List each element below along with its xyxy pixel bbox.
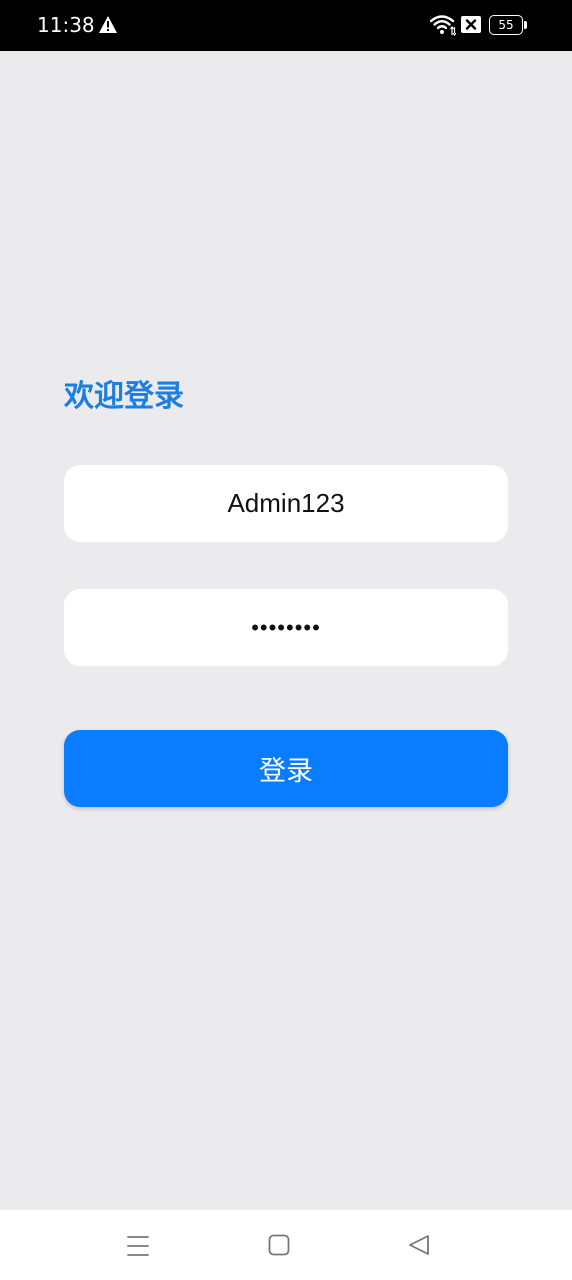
status-bar: 11:38 55 — [0, 0, 572, 51]
password-input[interactable] — [64, 589, 508, 666]
battery-icon: 55 — [489, 15, 527, 35]
navigation-bar — [0, 1210, 572, 1280]
menu-icon[interactable] — [124, 1234, 152, 1258]
back-icon[interactable] — [407, 1233, 431, 1257]
wifi-icon — [430, 15, 456, 36]
battery-level: 55 — [498, 18, 514, 32]
login-button[interactable]: 登录 — [64, 730, 508, 807]
login-screen: 11:38 55 欢迎登录 登录 — [0, 0, 572, 1280]
home-icon[interactable] — [268, 1234, 290, 1256]
status-time: 11:38 — [37, 13, 95, 37]
login-title: 欢迎登录 — [64, 379, 184, 414]
warning-icon — [99, 16, 117, 33]
username-input[interactable] — [64, 465, 508, 542]
sim-icon — [461, 16, 481, 33]
